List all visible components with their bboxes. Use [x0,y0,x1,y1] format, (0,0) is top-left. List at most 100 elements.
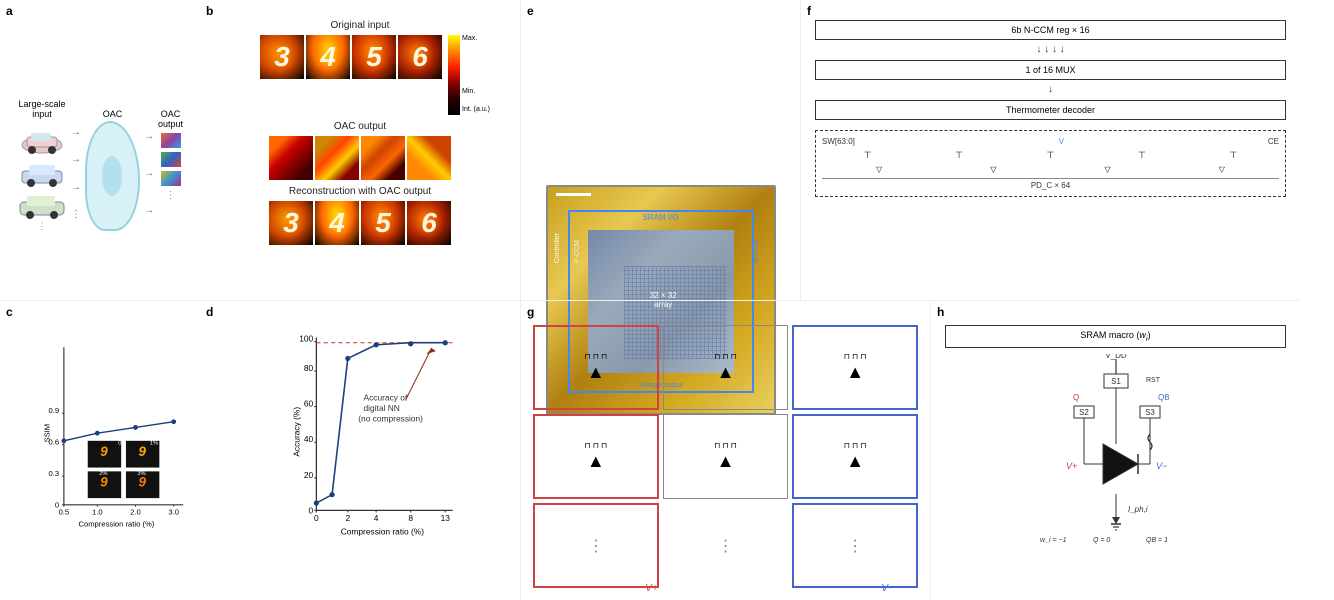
block-mux-text: 1 of 16 MUX [1025,65,1075,75]
panel-d: d 0 20 40 60 80 100 0 2 [200,300,520,600]
arrow-down-1: ↓ ↓ ↓ ↓ [815,46,1286,54]
block-thermo-text: Thermometer decoder [1006,105,1095,115]
svg-text:Q = 0: Q = 0 [1093,537,1110,544]
cell-1-2: ⊓⊓⊓ ▲ [663,325,789,410]
panel-b-label: b [206,4,213,18]
car-icon-1 [17,125,67,155]
svg-text:Q: Q [1073,393,1079,402]
svg-text:V_DD: V_DD [1105,354,1127,360]
svg-text:QB = 1: QB = 1 [1146,537,1168,544]
svg-text:8: 8 [408,513,413,523]
svg-text:13: 13 [441,513,451,523]
svg-text:9: 9 [138,444,146,459]
svg-text:2%: 2% [99,471,107,477]
sram-io-label: SRAM I/O [642,213,678,222]
transistor-row: ▽ ▽ ▽ ▽ [822,165,1279,174]
svg-text:0.9: 0.9 [48,406,59,415]
switch-sym-2: ⊤ [955,150,963,161]
p-ccm-label: P-CCM [574,240,581,263]
diode-1-2: ▲ [717,362,735,383]
panel-g: g ⊓⊓⊓ ▲ ⊓⊓⊓ ▲ ⊓⊓⊓ ▲ ⊓⊓⊓ ▲ ⊓⊓⊓ ▲ [520,300,930,600]
svg-text:SSIM: SSIM [43,424,52,443]
digit-4-rec: 4 [315,201,359,245]
svg-text:QB: QB [1158,393,1170,402]
reconstruction-title: Reconstruction with OAC output [289,186,431,197]
colorbar-container: Max. Min. Int. (a.u.) [448,35,460,115]
svg-text:80: 80 [304,363,314,373]
n-ccm-label: N-CCM [753,240,760,263]
controller-label: Controller [554,233,561,263]
dots-1: ⋮ [588,536,604,556]
arrow-4: ⋮ [71,209,81,220]
sram-macro-title-box: SRAM macro (wi) [945,325,1286,348]
cell-3-3-dots: ⋮ [792,503,918,588]
diode-2-2: ▲ [717,451,735,472]
cell-3-2-dots: ⋮ [663,503,789,588]
panel-a-label: a [6,4,13,18]
svg-text:60: 60 [304,399,314,409]
svg-text:(no compression): (no compression) [358,413,423,423]
digit-6-original: 6 [398,35,442,79]
diode-2-3: ▲ [846,451,864,472]
svg-text:I_ph,i: I_ph,i [1128,505,1148,514]
panel-h: h SRAM macro (wi) V_DD S1 RST Q QB [930,300,1300,600]
block-ncm-reg: 6b N-CCM reg × 16 [815,20,1286,40]
cell-switches-2-1: ⊓⊓⊓ [584,441,607,450]
original-digits-row: 3 4 5 6 [260,35,442,79]
digit-6-oac [407,136,451,180]
svg-text:3%: 3% [137,471,145,477]
colorbar-unit: Int. (a.u.) [462,106,490,113]
sram-circuit-svg: V_DD S1 RST Q QB S2 S3 [945,354,1286,554]
svg-text:2.0: 2.0 [130,507,141,516]
v-plus-label: V+ [645,583,658,594]
block-mux: 1 of 16 MUX [815,60,1286,80]
digit-5-oac [361,136,405,180]
diode-1-3: ▲ [846,362,864,383]
panel-e-label: e [527,4,534,18]
svg-text:S2: S2 [1079,408,1089,417]
cell-2-1: ⊓⊓⊓ ▲ [533,414,659,499]
trans-2: ▽ [990,165,996,174]
svg-text:RST: RST [1146,377,1161,384]
diode-2-1: ▲ [587,451,605,472]
cell-2-2: ⊓⊓⊓ ▲ [663,414,789,499]
sram-macro-title: SRAM macro (wi) [1080,330,1150,340]
arrow-down-2: ↓ [815,86,1286,94]
colorbar [448,35,460,115]
arrow-3: → [71,182,81,193]
svg-text:4: 4 [374,513,379,523]
svg-text:V+: V+ [1066,461,1077,471]
cell-switches-1-2: ⊓⊓⊓ [714,352,737,361]
out-arrow-1: → [144,131,154,142]
svg-text:digital NN: digital NN [364,403,400,413]
dots-indicator: ⋮ [17,221,67,232]
svg-text:V−: V− [1156,461,1167,471]
sw-label: SW[63:0] [822,137,855,146]
panel-f-content: 6b N-CCM reg × 16 ↓ ↓ ↓ ↓ 1 of 16 MUX ↓ … [805,4,1296,296]
dots-3: ⋮ [847,536,863,556]
output-dots: ⋮ [166,190,176,201]
accuracy-chart: 0 20 40 60 80 100 0 2 4 8 13 [240,327,508,568]
digit-5-original: 5 [352,35,396,79]
panel-f: f 6b N-CCM reg × 16 ↓ ↓ ↓ ↓ 1 of 16 MUX … [800,0,1300,300]
trans-3: ▽ [1105,165,1111,174]
svg-text:9: 9 [100,444,108,459]
svg-text:20: 20 [304,470,314,480]
panel-d-chart: 0 20 40 60 80 100 0 2 4 8 13 [204,305,516,596]
v-minus-label: V− [881,583,894,594]
svg-text:1%: 1% [150,441,158,447]
svg-text:Compression ratio (%): Compression ratio (%) [341,526,425,536]
panel-b: b Original input 3 4 5 6 Max. Min. Int. … [200,0,520,300]
colorbar-max: Max. [462,35,477,42]
cell-switches-2-2: ⊓⊓⊓ [714,441,737,450]
scale-bar [556,193,591,196]
ce-label: CE [1268,137,1279,146]
circuit-schematic: SW[63:0] V CE ⊤ ⊤ ⊤ ⊤ ⊤ ▽ ▽ ▽ ▽ [815,130,1286,197]
trans-1: ▽ [876,165,882,174]
output-pixel-2 [161,152,181,167]
ssim-chart: 0 0.3 0.6 0.9 0.5 1.0 2.0 3.0 Compressio… [40,327,188,568]
svg-text:2: 2 [345,513,350,523]
digit-3-original: 3 [260,35,304,79]
panel-f-label: f [807,4,811,18]
svg-text:3.0: 3.0 [168,507,179,516]
